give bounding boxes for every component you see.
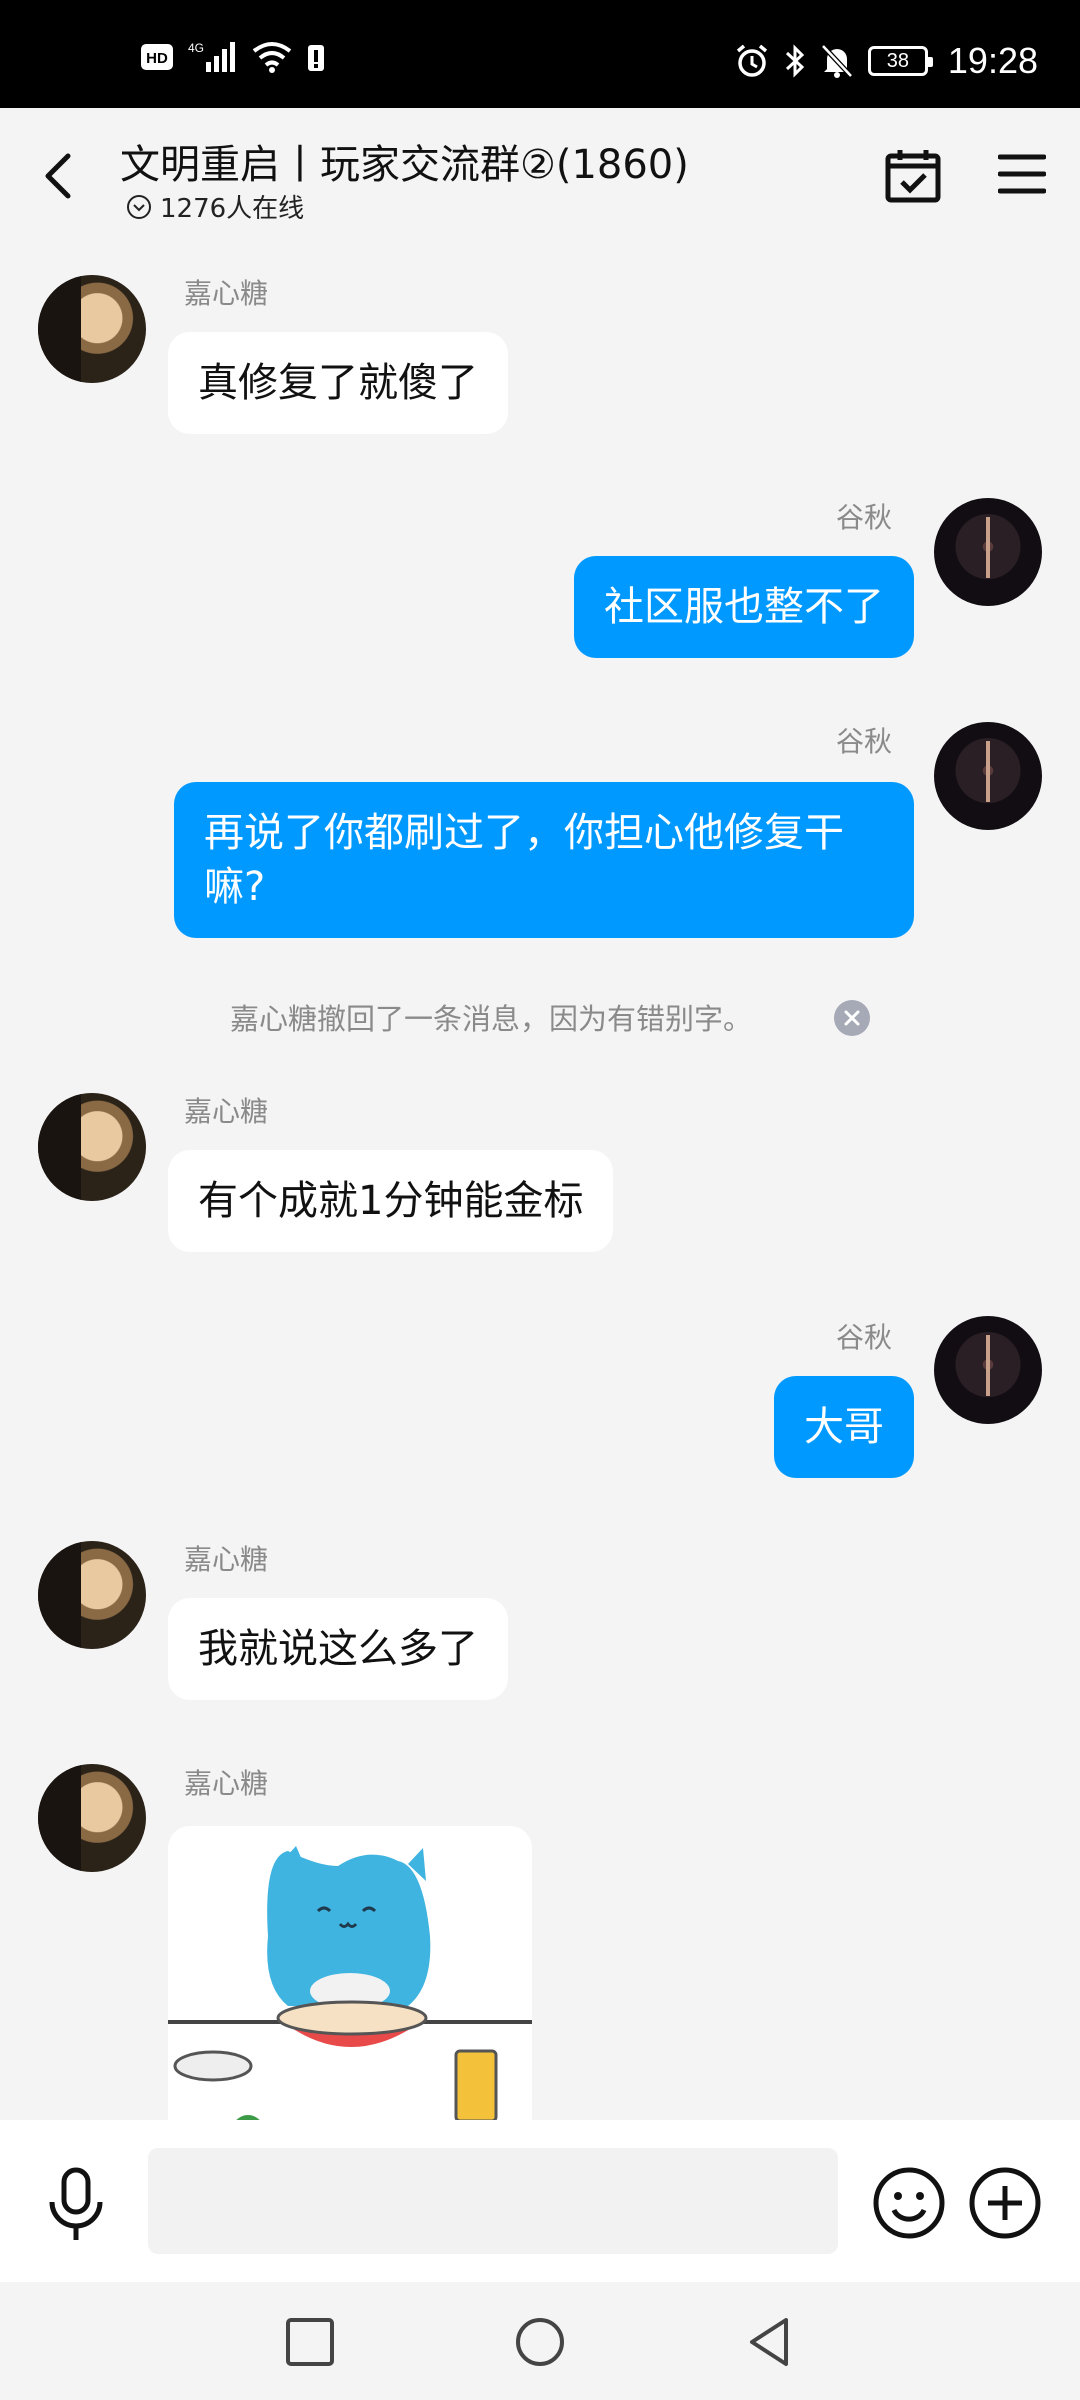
emoji-button[interactable] [872, 2166, 946, 2240]
sender-name: 嘉心糖 [184, 1767, 269, 1800]
sender-name: 嘉心糖 [184, 1095, 269, 1128]
chat-area[interactable]: 嘉心糖 真修复了就傻了 谷秋 社区服也整不了 谷秋 再说了你都刷过了，你担心他修… [0, 248, 1080, 2120]
voice-button[interactable] [44, 2166, 108, 2242]
svg-text:4G: 4G [188, 41, 204, 55]
online-status[interactable]: 1276人在线 [126, 188, 304, 225]
hamburger-menu-icon [997, 154, 1047, 194]
battery-indicator: 38 [867, 46, 933, 76]
chat-header: 文明重启丨玩家交流群②(1860) 1276人在线 [0, 108, 1080, 248]
avatar[interactable] [934, 722, 1042, 830]
circle-icon [516, 2318, 564, 2366]
group-title[interactable]: 文明重启丨玩家交流群②(1860) [120, 132, 689, 190]
alert-icon [306, 41, 326, 73]
status-right-icons: 38 19:28 [734, 40, 1038, 82]
online-count: 1276人在线 [160, 194, 305, 224]
calendar-check-icon [885, 150, 941, 203]
message-bubble[interactable]: 有个成就1分钟能金标 [168, 1150, 614, 1252]
home-button[interactable] [512, 2314, 568, 2370]
sender-name: 谷秋 [835, 725, 892, 758]
avatar[interactable] [934, 1316, 1042, 1424]
status-time: 19:28 [947, 40, 1038, 81]
chevron-left-icon [45, 153, 71, 199]
status-bar: HD 4G 38 19:28 [0, 0, 1080, 108]
avatar[interactable] [934, 498, 1042, 606]
wifi-icon [252, 41, 292, 73]
square-icon [286, 2318, 334, 2366]
menu-button[interactable] [997, 152, 1047, 196]
microphone-icon [49, 2167, 103, 2240]
avatar[interactable] [38, 275, 146, 383]
message-bubble[interactable]: 大哥 [774, 1376, 914, 1478]
sender-name: 嘉心糖 [184, 1543, 269, 1576]
plus-circle-icon [969, 2167, 1041, 2239]
signal-icon: 4G [188, 40, 238, 74]
input-bar [0, 2120, 1080, 2282]
message-bubble[interactable]: 真修复了就傻了 [168, 332, 508, 434]
close-icon [844, 1010, 860, 1026]
message-bubble[interactable]: 社区服也整不了 [574, 556, 914, 658]
recall-notice: 嘉心糖撤回了一条消息，因为有错别字。 [230, 1002, 753, 1036]
sender-name: 嘉心糖 [184, 277, 269, 310]
message-bubble[interactable]: 再说了你都刷过了，你担心他修复干嘛? [174, 782, 914, 938]
avatar[interactable] [38, 1764, 146, 1872]
svg-text:HD: HD [146, 50, 168, 67]
more-button[interactable] [968, 2166, 1042, 2240]
status-left-icons: HD 4G [140, 40, 326, 74]
back-button[interactable] [36, 146, 86, 206]
sender-name: 谷秋 [835, 1321, 892, 1354]
avatar[interactable] [38, 1541, 146, 1649]
back-nav-button[interactable] [742, 2314, 798, 2370]
notice-close-button[interactable] [834, 1000, 870, 1036]
avatar[interactable] [38, 1093, 146, 1201]
hd-icon: HD [140, 43, 174, 71]
triangle-back-icon [750, 2318, 788, 2366]
message-input[interactable] [148, 2148, 838, 2254]
cat-sticker-image [168, 1846, 532, 2120]
message-bubble[interactable]: 我就说这么多了 [168, 1598, 508, 1700]
system-nav-bar [0, 2282, 1080, 2400]
battery-level-text: 38 [886, 49, 910, 72]
sender-name: 谷秋 [835, 501, 892, 534]
calendar-button[interactable] [884, 146, 942, 204]
smiley-icon [873, 2167, 945, 2239]
alarm-icon [734, 43, 770, 79]
sticker-message[interactable] [168, 1826, 532, 2120]
mute-bell-icon [820, 43, 854, 79]
chevron-down-circle-icon [127, 194, 151, 219]
recent-apps-button[interactable] [282, 2314, 338, 2370]
bluetooth-icon [784, 43, 806, 79]
